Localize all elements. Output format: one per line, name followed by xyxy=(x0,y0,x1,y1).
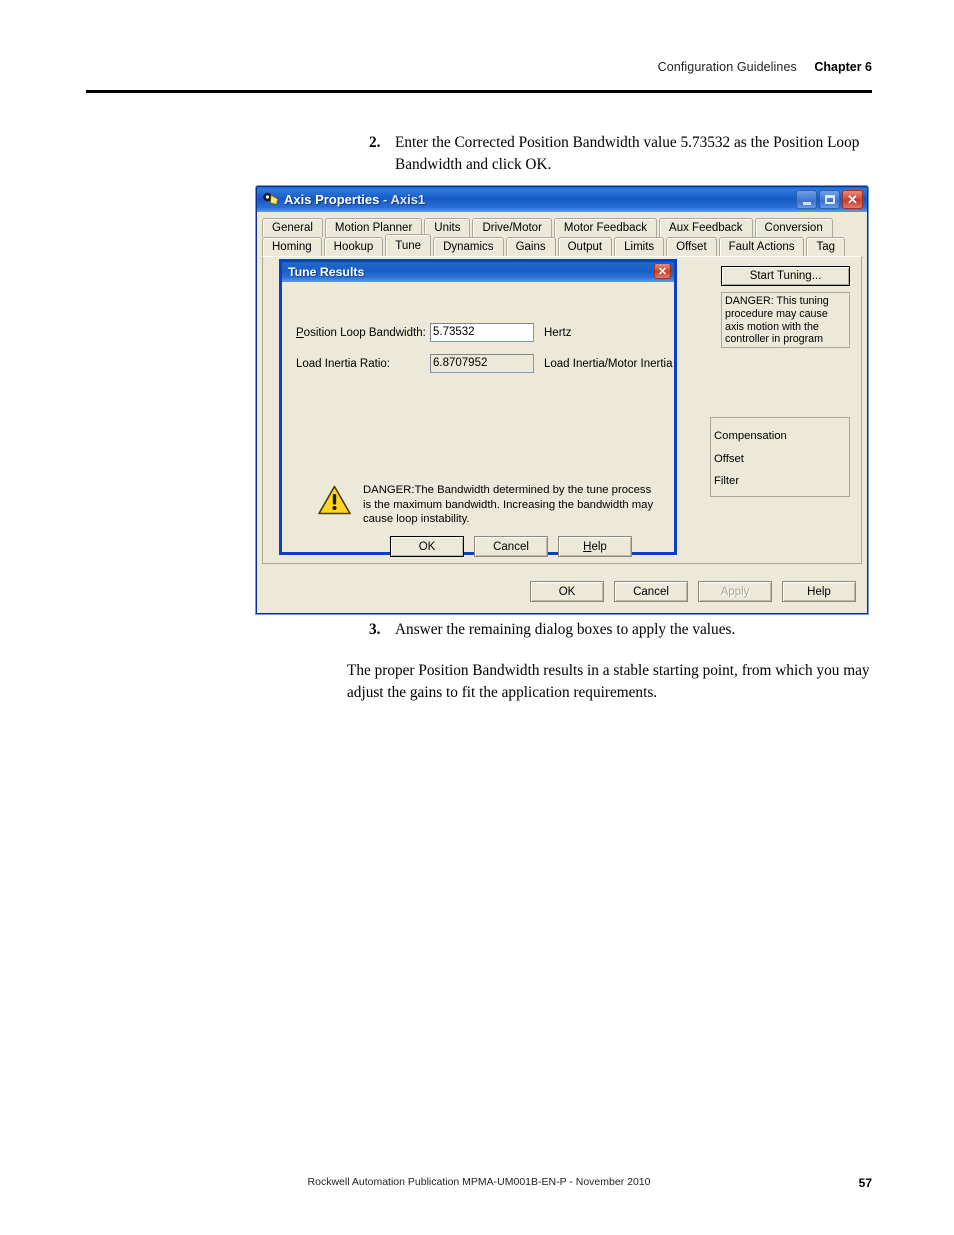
tune-results-titlebar[interactable]: Tune Results ✕ xyxy=(282,262,674,282)
titlebar-buttons: ✕ xyxy=(796,190,865,209)
position-loop-bandwidth-label-rest: osition Loop Bandwidth: xyxy=(303,326,426,339)
tab-dynamics[interactable]: Dynamics xyxy=(433,237,504,256)
minimize-icon xyxy=(802,201,811,205)
tune-results-ok-button[interactable]: OK xyxy=(390,536,464,557)
step-2-text: Enter the Corrected Position Bandwidth v… xyxy=(395,134,860,173)
window-title-main: Axis Properties xyxy=(284,192,380,207)
axis-gear-icon xyxy=(262,192,279,208)
filter-label: Filter xyxy=(714,475,740,487)
accel-letter: P xyxy=(296,326,304,339)
tab-row-2: Homing Hookup Tune Dynamics Gains Output… xyxy=(262,234,862,256)
help-label-rest: elp xyxy=(591,540,607,553)
tab-hookup[interactable]: Hookup xyxy=(323,237,384,256)
page-header: Configuration Guidelines Chapter 6 xyxy=(86,58,872,76)
window-cancel-button[interactable]: Cancel xyxy=(614,581,688,602)
tab-aux-feedback[interactable]: Aux Feedback xyxy=(659,218,753,237)
tune-results-button-bar: OK Cancel Help xyxy=(390,536,632,557)
step-2: 2. Enter the Corrected Position Bandwidt… xyxy=(369,132,869,175)
window-title-sub: - Axis1 xyxy=(383,192,426,207)
offset-label: Offset xyxy=(714,452,744,465)
page-footer: Rockwell Automation Publication MPMA-UM0… xyxy=(86,1176,872,1190)
bandwidth-warning: DANGER:The Bandwidth determined by the t… xyxy=(318,483,654,527)
step-3-text: Answer the remaining dialog boxes to app… xyxy=(395,621,736,638)
window-ok-button[interactable]: OK xyxy=(530,581,604,602)
tab-output[interactable]: Output xyxy=(557,237,613,256)
tune-results-title: Tune Results xyxy=(288,265,365,279)
help-accel-letter: H xyxy=(583,540,592,553)
load-inertia-ratio-input: 6.8707952 xyxy=(430,354,534,373)
footer-publication-text: Rockwell Automation Publication MPMA-UM0… xyxy=(307,1176,651,1188)
header-chapter-label: Chapter 6 xyxy=(814,60,872,74)
tab-fault-actions[interactable]: Fault Actions xyxy=(718,237,805,256)
load-inertia-ratio-label: Load Inertia Ratio: xyxy=(296,357,390,370)
axis-properties-window[interactable]: Axis Properties - Axis1 ✕ General Motion… xyxy=(256,186,868,614)
header-divider xyxy=(86,90,872,93)
tab-offset[interactable]: Offset xyxy=(666,237,717,256)
position-loop-bandwidth-label: Position Loop Bandwidth: xyxy=(296,327,430,339)
tune-results-help-button[interactable]: Help xyxy=(558,536,632,557)
tune-results-cancel-button[interactable]: Cancel xyxy=(474,536,548,557)
maximize-icon xyxy=(824,195,835,204)
closing-paragraph: The proper Position Bandwidth results in… xyxy=(347,662,870,701)
minimize-button[interactable] xyxy=(796,190,817,209)
footer-page-number: 57 xyxy=(858,1176,872,1190)
tab-strip: General Motion Planner Units Drive/Motor… xyxy=(257,212,867,256)
position-loop-bandwidth-input[interactable]: 5.73532 xyxy=(430,323,534,342)
bandwidth-warning-text: DANGER:The Bandwidth determined by the t… xyxy=(363,484,654,526)
tab-units[interactable]: Units xyxy=(424,218,471,237)
warning-triangle-icon xyxy=(318,485,351,515)
tab-tune[interactable]: Tune xyxy=(385,234,432,256)
tune-tab-panel: Start Tuning... DANGER: This tuning proc… xyxy=(262,256,862,564)
tune-results-close-button[interactable]: ✕ xyxy=(654,263,671,279)
window-help-button[interactable]: Help xyxy=(782,581,856,602)
tab-limits[interactable]: Limits xyxy=(614,237,665,256)
step-2-number: 2. xyxy=(369,134,381,151)
step-3: 3. Answer the remaining dialog boxes to … xyxy=(369,619,869,641)
tab-motor-feedback[interactable]: Motor Feedback xyxy=(553,218,658,237)
tab-general[interactable]: General xyxy=(262,218,323,237)
position-loop-bandwidth-unit: Hertz xyxy=(544,326,572,339)
load-inertia-ratio-unit: Load Inertia/Motor Inertia xyxy=(544,357,673,370)
tab-row-1: General Motion Planner Units Drive/Motor… xyxy=(262,218,862,237)
tab-conversion[interactable]: Conversion xyxy=(754,218,833,237)
compensation-group: Compensation Offset Filter xyxy=(710,417,850,497)
tab-drive-motor[interactable]: Drive/Motor xyxy=(472,218,552,237)
window-title: Axis Properties - Axis1 xyxy=(284,192,425,207)
tune-results-body: Position Loop Bandwidth: 5.73532 Hertz L… xyxy=(282,282,674,557)
tab-homing[interactable]: Homing xyxy=(262,237,322,256)
tab-tag[interactable]: Tag xyxy=(806,237,846,256)
window-apply-button: Apply xyxy=(698,581,772,602)
tune-results-dialog[interactable]: Tune Results ✕ Position Loop Bandwidth: … xyxy=(279,259,677,557)
tuning-danger-text: DANGER: This tuning procedure may cause … xyxy=(721,292,850,348)
compensation-label: Compensation xyxy=(714,430,787,442)
maximize-button[interactable] xyxy=(819,190,840,209)
window-button-bar: OK Cancel Apply Help xyxy=(257,570,867,613)
step-3-number: 3. xyxy=(369,621,381,638)
window-titlebar[interactable]: Axis Properties - Axis1 ✕ xyxy=(257,187,867,212)
load-inertia-ratio-row: Load Inertia Ratio: 6.8707952 Load Inert… xyxy=(296,354,673,373)
start-tuning-button[interactable]: Start Tuning... xyxy=(721,266,850,286)
tab-gains[interactable]: Gains xyxy=(505,237,556,256)
close-button[interactable]: ✕ xyxy=(842,190,863,209)
position-loop-bandwidth-row: Position Loop Bandwidth: 5.73532 Hertz xyxy=(296,323,571,342)
header-section-title: Configuration Guidelines xyxy=(657,60,797,74)
